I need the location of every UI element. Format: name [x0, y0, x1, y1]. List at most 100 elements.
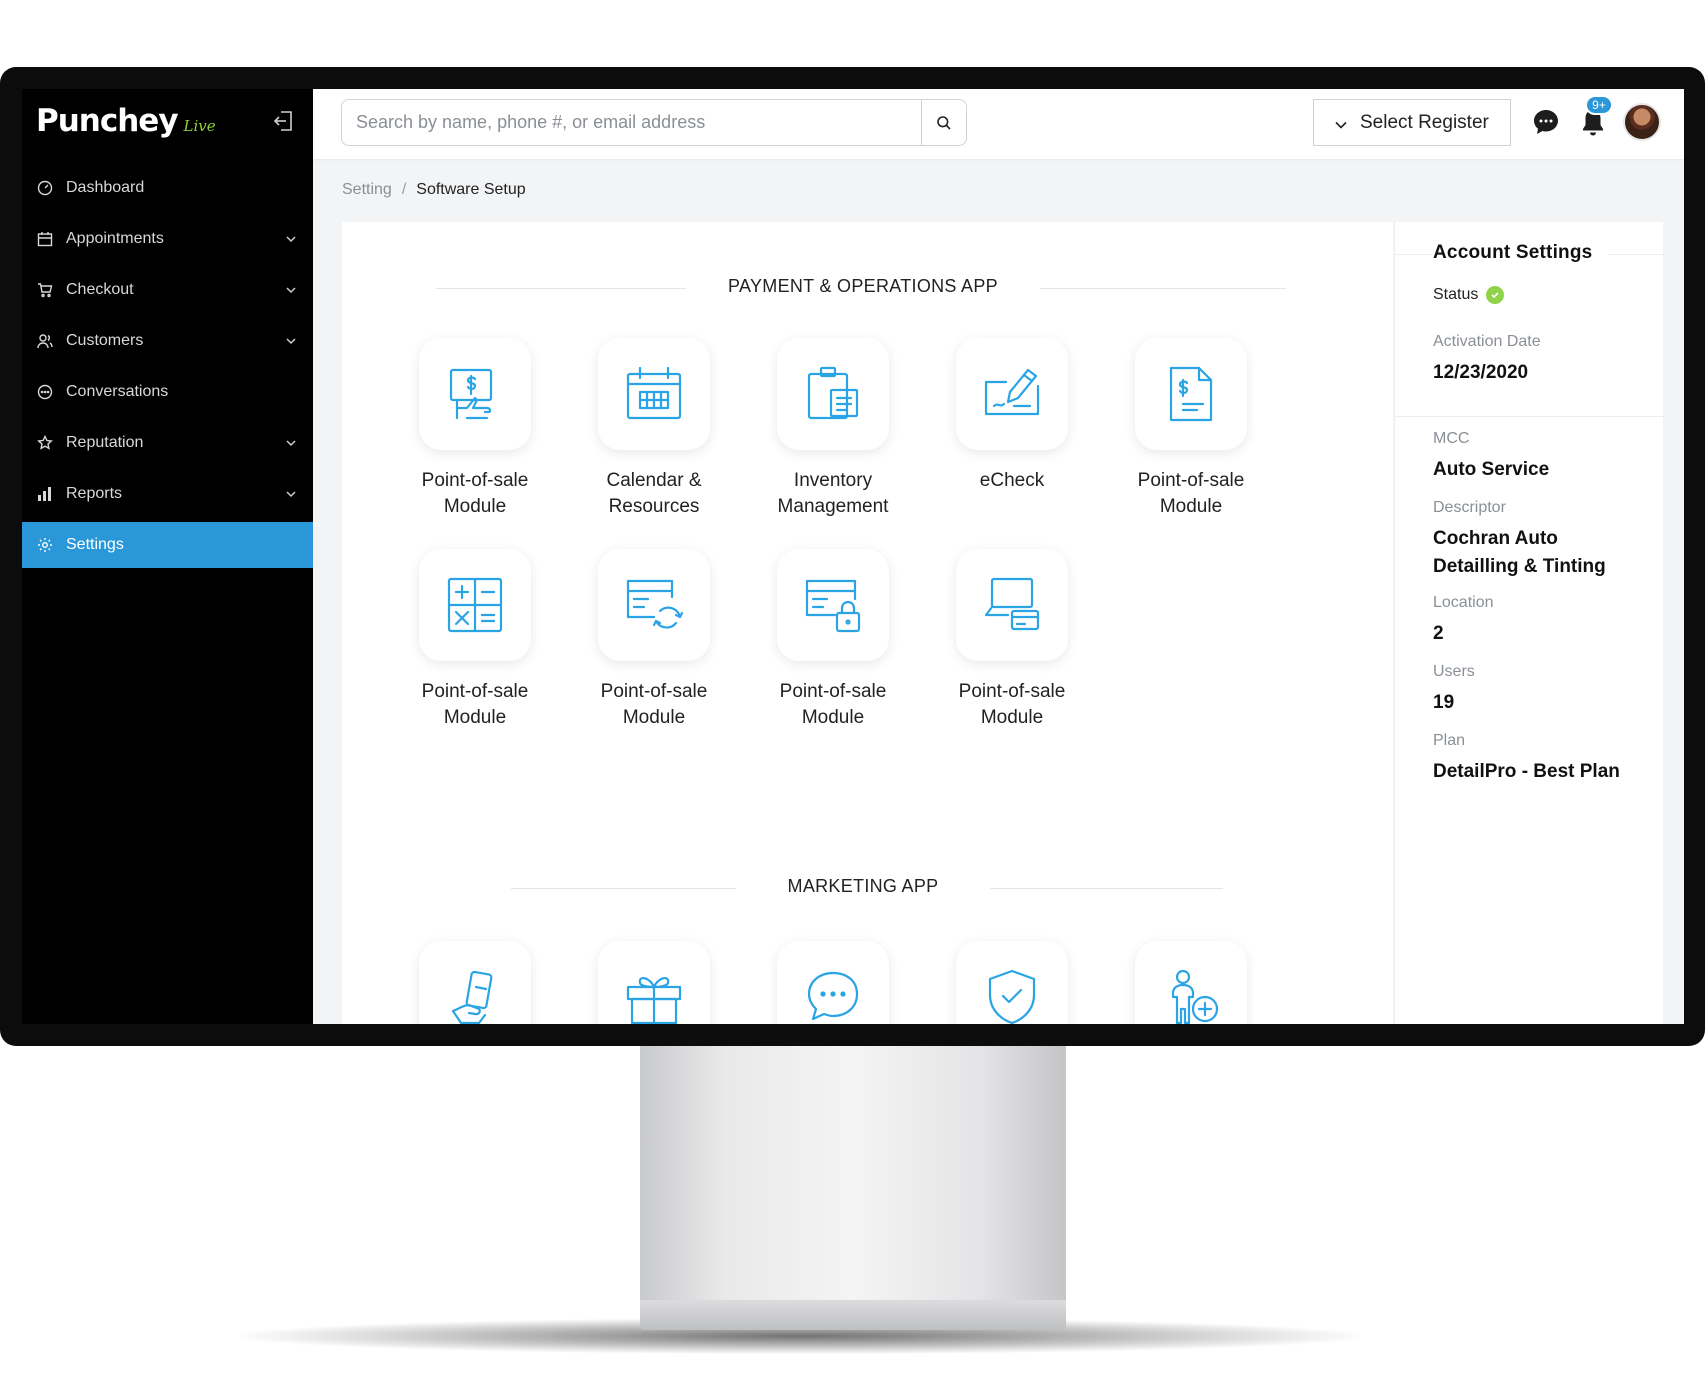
- tile-icon-box: [598, 338, 710, 450]
- marketing-tile-chat[interactable]: [743, 941, 923, 1024]
- breadcrumb-current: Software Setup: [416, 181, 526, 198]
- sidebar-item-label: Appointments: [66, 230, 164, 247]
- monitor-stand-base: [640, 1300, 1066, 1330]
- status-label: Status: [1433, 286, 1479, 303]
- module-tile-calendar[interactable]: Calendar & Resources: [564, 338, 744, 520]
- marketing-tile-user-add[interactable]: [1101, 941, 1281, 1024]
- tile-icon-box: [1135, 941, 1247, 1024]
- module-tile-card-lock[interactable]: Point-of-sale Module: [743, 549, 923, 731]
- brand-name: Punchey: [36, 103, 179, 139]
- card-lock-icon: [805, 579, 861, 633]
- clipboard-icon: [807, 366, 859, 420]
- marketing-tile-shield[interactable]: [922, 941, 1102, 1024]
- messages-icon[interactable]: [1532, 108, 1560, 136]
- tile-label: Point-of-sale Module: [421, 470, 529, 517]
- tile-icon-box: [598, 941, 710, 1024]
- tile-icon-box: [1135, 338, 1247, 450]
- breadcrumb-parent[interactable]: Setting: [342, 181, 392, 198]
- tile-label: Point-of-sale Module: [421, 681, 529, 728]
- marketing-section-title: MARKETING APP: [736, 876, 990, 897]
- sidebar-item-checkout[interactable]: Checkout: [22, 267, 313, 313]
- field-label: Users: [1433, 663, 1475, 680]
- marketing-tile-gift[interactable]: [564, 941, 744, 1024]
- gear-icon: [37, 537, 53, 553]
- field-label: Activation Date: [1433, 333, 1541, 350]
- logout-icon[interactable]: [272, 109, 296, 133]
- module-tile-calculator[interactable]: Point-of-sale Module: [385, 549, 565, 731]
- account-settings-panel: Account Settings Status Activation Date …: [1394, 222, 1664, 1024]
- module-tile-inventory[interactable]: Inventory Management: [743, 338, 923, 520]
- tile-icon-box: [777, 549, 889, 661]
- shield-check-icon: [988, 969, 1036, 1024]
- breadcrumb: Setting / Software Setup: [342, 181, 526, 199]
- payment-section-title: PAYMENT & OPERATIONS APP: [686, 276, 1040, 297]
- sidebar-item-label: Customers: [66, 332, 144, 349]
- sidebar-item-label: Reports: [66, 485, 123, 502]
- sidebar-item-dashboard[interactable]: Dashboard: [22, 165, 313, 211]
- panel-divider: [1395, 416, 1664, 417]
- field-label: Descriptor: [1433, 499, 1506, 516]
- star-icon: [37, 435, 53, 451]
- marketing-tile-mobile[interactable]: [385, 941, 565, 1024]
- card-sync-icon: [626, 579, 684, 629]
- brand-logo[interactable]: Punchey Live: [36, 103, 216, 139]
- sidebar-item-reports[interactable]: Reports: [22, 471, 313, 517]
- tile-icon-box: [956, 549, 1068, 661]
- module-tile-card-sync[interactable]: Point-of-sale Module: [564, 549, 744, 731]
- plan-field: Plan DetailPro - Best Plan: [1433, 732, 1648, 786]
- search-icon: [937, 115, 951, 130]
- field-label: MCC: [1433, 430, 1470, 447]
- tile-icon-box: [956, 941, 1068, 1024]
- module-tile-pos[interactable]: Point-of-sale Module: [385, 338, 565, 520]
- sidebar-item-conversations[interactable]: Conversations: [22, 369, 313, 415]
- tile-icon-box: [419, 338, 531, 450]
- sidebar-item-label: Checkout: [66, 281, 134, 298]
- field-value: 2: [1433, 623, 1444, 644]
- sidebar: Punchey Live Dashboard Appointments Chec…: [22, 89, 313, 1024]
- search-input[interactable]: [342, 100, 921, 145]
- tile-label: Calendar & Resources: [606, 470, 702, 517]
- modules-card: PAYMENT & OPERATIONS APP Point-of-sale Mo…: [342, 222, 1393, 1024]
- sidebar-item-settings[interactable]: Settings: [22, 522, 313, 568]
- chevron-down-icon: [285, 487, 297, 499]
- monitor-stand: [640, 1046, 1066, 1302]
- descriptor-field: Descriptor Cochran Auto Detailling & Tin…: [1433, 499, 1648, 581]
- status-check-icon: [1486, 286, 1505, 304]
- chevron-down-icon: [1334, 116, 1348, 130]
- gift-icon: [626, 977, 682, 1024]
- tile-icon-box: [777, 338, 889, 450]
- notification-badge: 9+: [1585, 95, 1613, 115]
- select-register-label: Select Register: [1360, 111, 1489, 133]
- activation-date-field: Activation Date 12/23/2020: [1433, 333, 1648, 387]
- module-tile-invoice[interactable]: Point-of-sale Module: [1101, 338, 1281, 520]
- search-button[interactable]: [921, 100, 966, 145]
- sidebar-nav: Dashboard Appointments Checkout Customer…: [22, 165, 313, 573]
- monitor-mockup: Punchey Live Dashboard Appointments Chec…: [0, 0, 1705, 1394]
- chevron-down-icon: [285, 334, 297, 346]
- mcc-field: MCC Auto Service: [1433, 430, 1648, 484]
- tile-icon-box: [956, 338, 1068, 450]
- field-value: DetailPro - Best Plan: [1433, 761, 1620, 782]
- tile-icon-box: [419, 549, 531, 661]
- select-register-dropdown[interactable]: Select Register: [1313, 99, 1511, 146]
- chevron-down-icon: [285, 232, 297, 244]
- user-add-icon: [1171, 969, 1219, 1024]
- field-label: Plan: [1433, 732, 1466, 749]
- module-tile-devices[interactable]: Point-of-sale Module: [922, 549, 1102, 731]
- field-label: Location: [1433, 594, 1494, 611]
- chat-bubble-icon: [807, 971, 859, 1021]
- brand-suffix: Live: [183, 117, 216, 135]
- chevron-down-icon: [285, 283, 297, 295]
- tile-label: Point-of-sale Module: [600, 681, 708, 728]
- sidebar-item-label: Settings: [66, 536, 124, 553]
- avatar[interactable]: [1623, 103, 1661, 141]
- sidebar-item-appointments[interactable]: Appointments: [22, 216, 313, 262]
- module-tile-echeck[interactable]: eCheck: [922, 338, 1102, 494]
- field-value: 12/23/2020: [1433, 362, 1529, 383]
- sidebar-item-label: Reputation: [66, 434, 144, 451]
- sidebar-item-customers[interactable]: Customers: [22, 318, 313, 364]
- calendar-grid-icon: [626, 366, 682, 420]
- tile-label: Point-of-sale Module: [1137, 470, 1245, 517]
- sidebar-item-reputation[interactable]: Reputation: [22, 420, 313, 466]
- field-value: Cochran Auto Detailling & Tinting: [1433, 528, 1606, 577]
